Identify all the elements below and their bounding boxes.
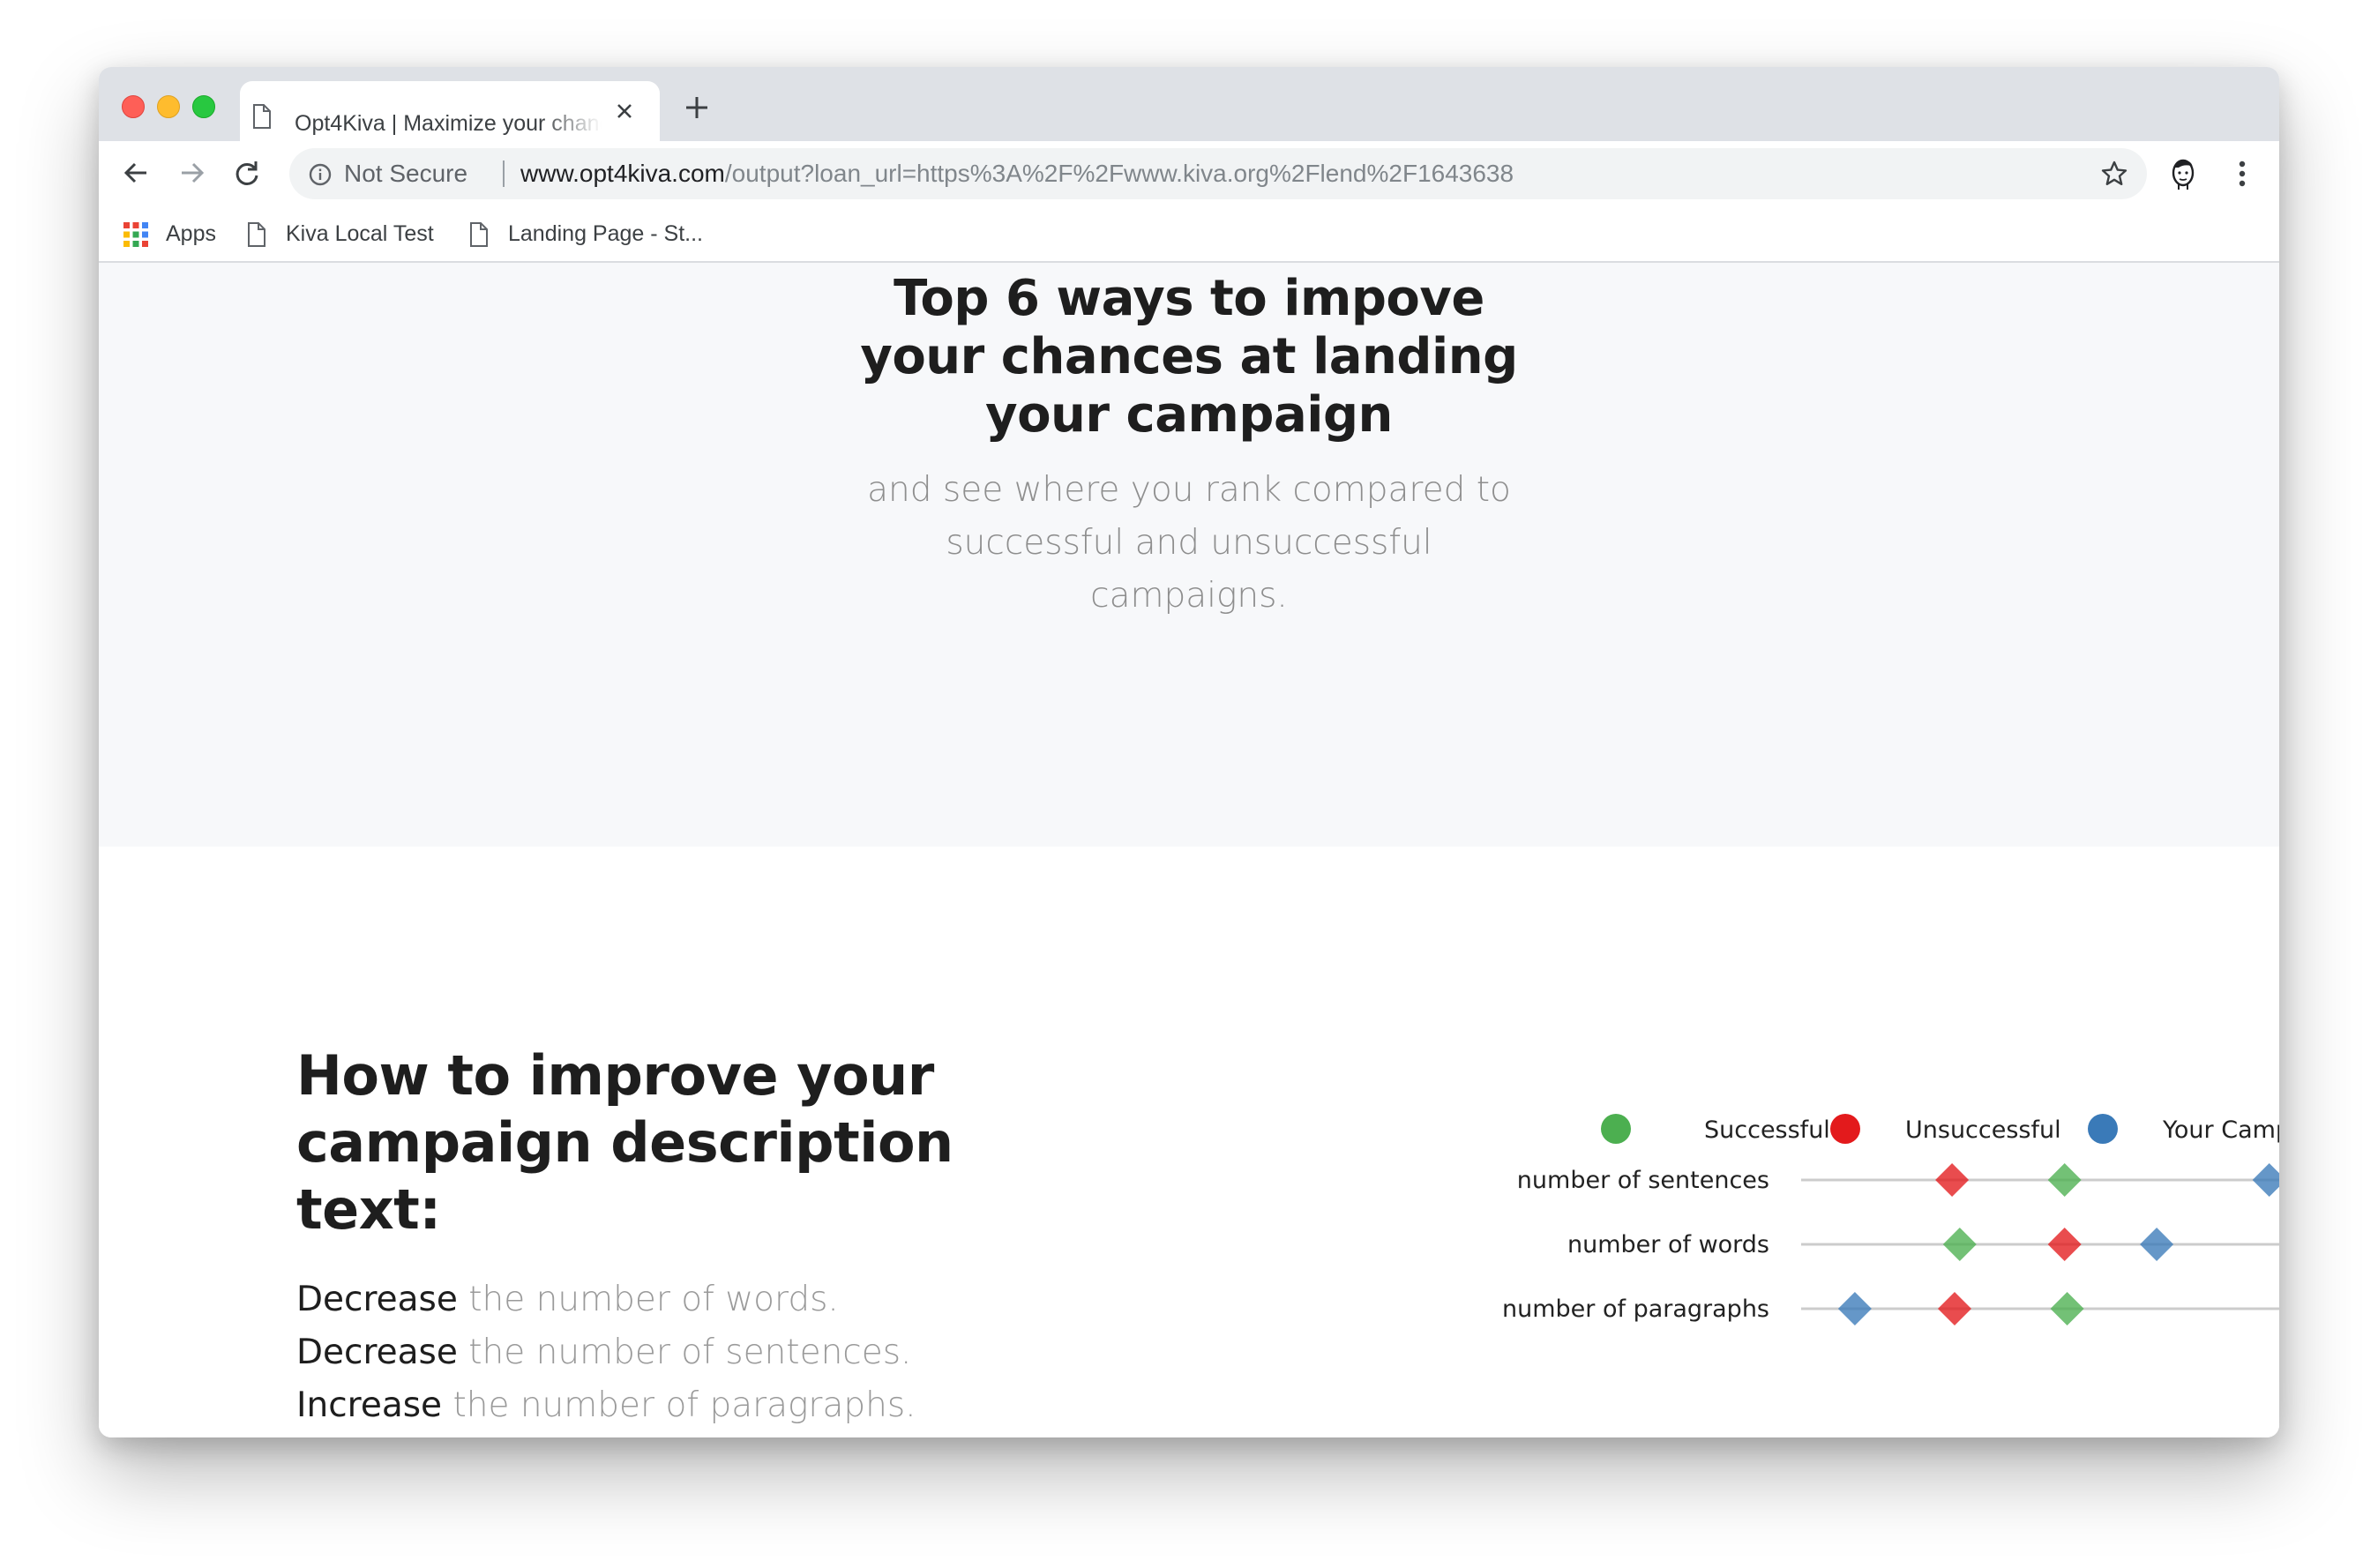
reload-icon[interactable] [233, 159, 261, 187]
your-campaign-marker [2140, 1228, 2174, 1261]
close-window-button[interactable] [122, 95, 145, 118]
bookmark-label: Kiva Local Test [286, 221, 434, 246]
hero-subtitle-line: and see where you rank compared to [867, 470, 1511, 510]
tip-item: Decrease the number of words. [296, 1273, 1090, 1326]
page-icon [253, 104, 271, 129]
bookmark-kiva-local-test[interactable]: Kiva Local Test [247, 206, 459, 261]
forward-arrow-icon[interactable] [178, 159, 206, 187]
unsuccessful-marker [1935, 1163, 1970, 1197]
tab-strip: Opt4Kiva | Maximize your chances [99, 67, 2279, 143]
page-icon [248, 222, 265, 247]
bookmark-star-icon[interactable] [2101, 161, 2127, 187]
section-title-line: campaign description [296, 1110, 953, 1175]
tip-text: the number of words. [457, 1280, 839, 1319]
bookmark-landing-page[interactable]: Landing Page - St... [469, 206, 734, 261]
comparison-chart: Successful Unsuccessful Your Campaign numbe… [1502, 1114, 2279, 1325]
new-tab-button[interactable] [684, 95, 709, 123]
unsuccessful-marker [2047, 1228, 2082, 1261]
tip-action: Decrease [296, 1280, 458, 1319]
hero-title-line: Top 6 ways to impove [894, 270, 1484, 327]
legend-label: Your Campaign [2162, 1116, 2279, 1144]
tip-text: the number of sentences. [457, 1333, 912, 1372]
your-campaign-marker [1837, 1292, 1872, 1325]
bookmark-apps[interactable]: Apps [123, 206, 238, 261]
browser-window: Opt4Kiva | Maximize your chances Not Sec… [99, 67, 2279, 1437]
hero-section: Top 6 ways to impove your chances at lan… [99, 263, 2279, 847]
info-icon[interactable] [309, 163, 332, 186]
hero-subtitle-line: successful and unsuccessful [946, 523, 1432, 563]
apps-grid-icon [123, 222, 148, 247]
hero-title-line: your campaign [985, 386, 1393, 444]
hero-subtitle-line: campaigns. [1090, 576, 1288, 616]
legend-successful-swatch [1601, 1114, 1631, 1144]
legend-label: Unsuccessful [1905, 1116, 2061, 1144]
tip-item: Increase the number of paragraphs. [296, 1379, 1090, 1432]
plus-icon [686, 97, 707, 118]
url-text[interactable]: www.opt4kiva.com/output?loan_url=https%3… [520, 148, 1514, 199]
row-label: number of words [1567, 1231, 1769, 1258]
minimize-window-button[interactable] [157, 95, 180, 118]
page-viewport: Top 6 ways to impove your chances at lan… [99, 263, 2279, 1437]
back-arrow-icon[interactable] [122, 159, 150, 187]
page-icon [470, 222, 488, 247]
tip-text: the number of paragraphs. [442, 1385, 916, 1425]
address-bar[interactable]: Not Secure www.opt4kiva.com/output?loan_… [289, 148, 2147, 199]
close-tab-icon[interactable] [616, 102, 633, 120]
legend-label: Successful [1704, 1116, 1830, 1144]
row-label: number of sentences [1517, 1167, 1769, 1194]
bookmark-label: Landing Page - St... [508, 221, 703, 246]
hero-title-line: your chances at landing [860, 328, 1518, 385]
bookmark-label: Apps [166, 221, 216, 246]
section-title-line: text: [296, 1177, 441, 1242]
tip-action: Increase [296, 1385, 443, 1425]
kebab-menu-icon[interactable] [2237, 159, 2247, 189]
successful-marker [2047, 1163, 2082, 1197]
unsuccessful-marker [1938, 1292, 1971, 1325]
successful-marker [1942, 1228, 1977, 1261]
browser-toolbar: Not Secure www.opt4kiva.com/output?loan_… [99, 141, 2279, 206]
security-label[interactable]: Not Secure [344, 148, 467, 199]
successful-marker [2050, 1292, 2084, 1325]
tab-title: Opt4Kiva | Maximize your chances [295, 111, 602, 136]
url-domain: www.opt4kiva.com [520, 160, 725, 187]
legend-your-campaign-swatch [2088, 1114, 2118, 1144]
tip-action: Decrease [296, 1333, 458, 1372]
maximize-window-button[interactable] [192, 95, 215, 118]
hero-title: Top 6 ways to impove your chances at lan… [836, 270, 1542, 444]
section-title-line: How to improve your [296, 1043, 934, 1108]
bookmarks-bar: Apps Kiva Local Test Landing Page - St..… [99, 206, 2279, 263]
url-path: /output?loan_url=https%3A%2F%2Fwww.kiva.… [724, 160, 1514, 187]
active-tab[interactable]: Opt4Kiva | Maximize your chances [240, 81, 660, 143]
profile-avatar-icon[interactable] [2168, 157, 2198, 190]
your-campaign-marker [2252, 1163, 2279, 1197]
omnibox-divider [503, 161, 505, 187]
tips-list: Decrease the number of words. Decrease t… [296, 1273, 1090, 1432]
section-title: How to improve your campaign description… [296, 1042, 967, 1243]
hero-subtitle: and see where you rank compared to succe… [854, 464, 1524, 623]
legend-unsuccessful-swatch [1830, 1114, 1860, 1144]
tip-item: Decrease the number of sentences. [296, 1326, 1090, 1379]
row-label: number of paragraphs [1502, 1295, 1769, 1323]
